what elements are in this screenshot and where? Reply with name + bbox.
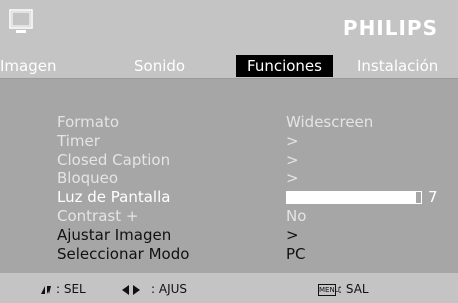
menu-item-ajustar-imagen[interactable]: Ajustar Imagen > xyxy=(0,226,458,245)
menu-item-value: > xyxy=(286,169,299,187)
menu-item-value: PC xyxy=(286,245,306,263)
slider-remaining xyxy=(415,192,421,203)
menu-item-label: Luz de Pantalla xyxy=(57,188,171,206)
brand-logo: PHILIPS xyxy=(342,16,438,40)
tab-funciones[interactable]: Funciones xyxy=(236,55,333,77)
footer-sel-text: : SEL xyxy=(56,282,86,296)
menu-item-label: Seleccionar Modo xyxy=(57,245,190,263)
backlight-slider[interactable] xyxy=(286,191,422,204)
menu-item-value: > xyxy=(286,226,299,244)
slider-fill xyxy=(287,192,416,203)
menu-item-value: > xyxy=(286,151,299,169)
menu-item-label: Timer xyxy=(57,132,100,150)
tab-sonido[interactable]: Sonido xyxy=(134,55,185,77)
tab-instalacion[interactable]: Instalación xyxy=(357,55,438,77)
menu-item-label: Contrast + xyxy=(57,207,139,225)
menu-item-contrast-plus[interactable]: Contrast + No xyxy=(0,207,458,226)
tab-imagen[interactable]: Imagen xyxy=(0,55,56,77)
menu-item-label: Closed Caption xyxy=(57,151,171,169)
menu-item-label: Bloqueo xyxy=(57,169,119,187)
menu-key-icon: MENU xyxy=(318,284,340,296)
menu-panel: Formato Widescreen Timer > Closed Captio… xyxy=(0,79,458,273)
slider-value: 7 xyxy=(428,188,438,206)
menu-item-bloqueo[interactable]: Bloqueo > xyxy=(0,169,458,188)
up-down-arrows-icon xyxy=(41,286,51,294)
left-right-arrows-icon xyxy=(122,285,140,295)
osd-footer: : SEL : AJUS MENU : SAL xyxy=(0,273,458,303)
footer-ajus-text: : AJUS xyxy=(151,282,188,296)
menu-item-luz-de-pantalla[interactable]: Luz de Pantalla 7 xyxy=(0,188,458,207)
menu-item-value: No xyxy=(286,207,307,225)
menu-item-closed-caption[interactable]: Closed Caption > xyxy=(0,151,458,170)
tv-icon xyxy=(9,9,33,33)
menu-item-value: Widescreen xyxy=(286,113,374,131)
menu-item-value: > xyxy=(286,132,299,150)
osd-header: PHILIPS xyxy=(0,0,458,54)
menu-item-formato[interactable]: Formato Widescreen xyxy=(0,113,458,132)
menu-item-timer[interactable]: Timer > xyxy=(0,132,458,151)
menu-item-label: Ajustar Imagen xyxy=(57,226,172,244)
tv-osd-menu: PHILIPS Imagen Sonido Funciones Instalac… xyxy=(0,0,458,303)
menu-item-label: Formato xyxy=(57,113,120,131)
menu-tabs: Imagen Sonido Funciones Instalación xyxy=(0,52,458,78)
menu-item-seleccionar-modo[interactable]: Seleccionar Modo PC xyxy=(0,245,458,264)
footer-sal-text: : SAL xyxy=(338,282,369,296)
